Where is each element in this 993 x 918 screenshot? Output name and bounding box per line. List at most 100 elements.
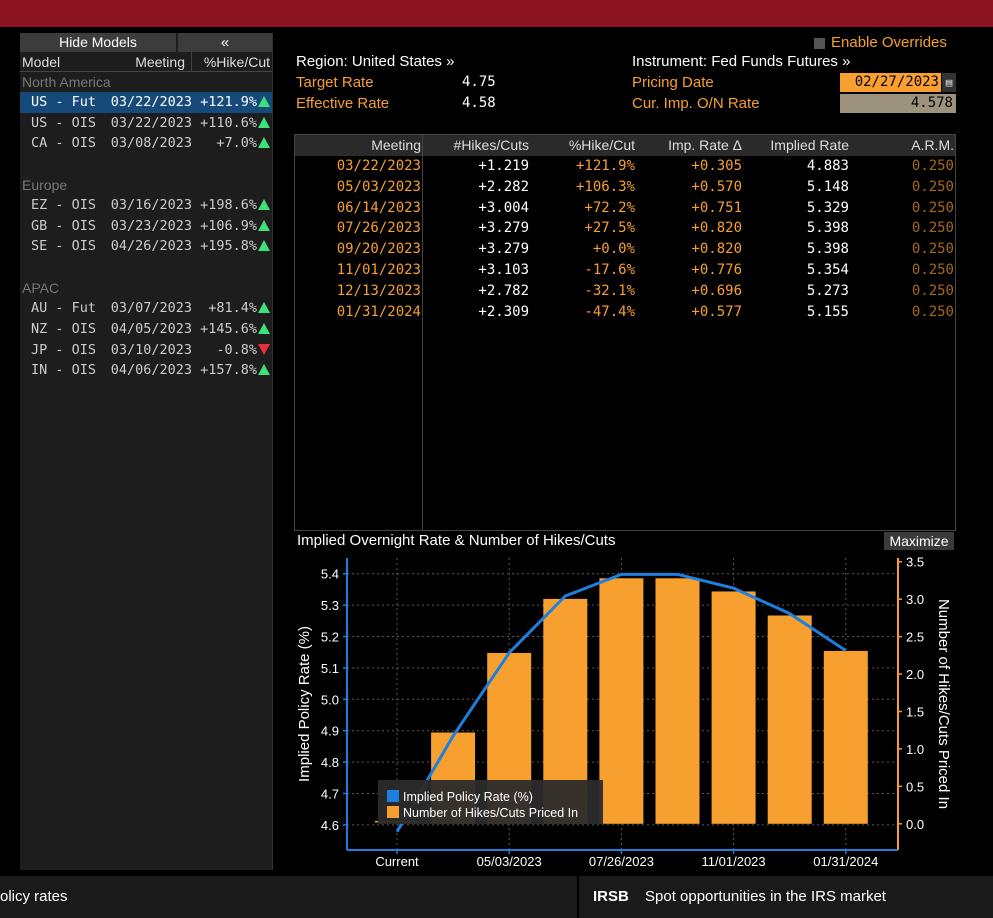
on-rate-label: Cur. Imp. O/N Rate: [632, 95, 760, 112]
model-row[interactable]: NZ - OIS 04/05/2023 +145.6%: [20, 319, 272, 340]
cell-arm: 0.250: [911, 220, 954, 237]
cell-hikes-cuts: +2.282: [478, 178, 529, 195]
cell-imp-rate-delta: +0.820: [691, 241, 742, 258]
instrument-selector[interactable]: Instrument: Fed Funds Futures »: [632, 53, 850, 70]
model-row[interactable]: CA - OIS 03/08/2023 +7.0%: [20, 133, 272, 154]
hide-models-button[interactable]: Hide Models: [20, 33, 178, 52]
models-panel: Hide Models « Model Meeting %Hike/Cut No…: [20, 33, 273, 870]
cell-meeting: 12/13/2023: [295, 280, 423, 302]
cell-pct-hike-cut: +72.2%: [584, 199, 635, 216]
column-implied-rate[interactable]: Implied Rate: [743, 135, 850, 156]
cell-arm: 0.250: [911, 199, 954, 216]
group-header: APAC: [22, 280, 60, 297]
rate-chart: 4.6 4.7 4.8 4.9 5.0 5.1 5.2 5.3 5.4 0.0 0.5 1.0 1.5 2…: [296, 555, 952, 869]
y-right-tick-label: 3.0: [906, 592, 924, 607]
y-tick-label: 5.2: [321, 629, 339, 644]
column-meeting[interactable]: Meeting: [110, 52, 192, 71]
up-arrow-icon: [258, 364, 270, 376]
y-tick-label: 5.4: [321, 567, 339, 582]
footer-function-code[interactable]: IRSB: [593, 888, 629, 905]
maximize-button[interactable]: Maximize: [884, 532, 954, 550]
model-pct-cell: +145.6%: [192, 319, 272, 340]
enable-overrides-label[interactable]: Enable Overrides: [831, 34, 947, 51]
on-rate-field: 4.578: [840, 94, 956, 113]
column-meeting[interactable]: Meeting: [295, 135, 423, 156]
model-name: SE - OIS: [31, 238, 97, 255]
model-pct-cell: +110.6%: [192, 113, 272, 134]
cell-imp-rate-delta: +0.570: [691, 178, 742, 195]
table-row[interactable]: 09/20/2023 +3.279 +0.0% +0.820 5.398 0.250: [295, 239, 955, 260]
model-row[interactable]: AU - Fut 03/07/2023 +81.4%: [20, 298, 272, 319]
y-tick-label: 4.6: [321, 818, 339, 833]
y-right-tick-label: 1.0: [906, 742, 924, 757]
enable-overrides-checkbox[interactable]: [814, 38, 825, 49]
model-pct: +106.9%: [200, 217, 257, 234]
calendar-icon[interactable]: ▤: [942, 73, 956, 92]
table-row[interactable]: 07/26/2023 +3.279 +27.5% +0.820 5.398 0.250: [295, 218, 955, 240]
y-tick-label: 5.0: [321, 692, 339, 707]
model-pct: -0.8%: [216, 341, 257, 358]
column-hikes-cuts[interactable]: #Hikes/Cuts: [423, 135, 530, 156]
table-row[interactable]: 05/03/2023 +2.282 +106.3% +0.570 5.148 0.250: [295, 176, 955, 198]
footer-left-text[interactable]: olicy rates: [0, 888, 68, 905]
cell-pct-hike-cut: +106.3%: [575, 178, 635, 195]
model-row[interactable]: US - Fut 03/22/2023 +121.9%: [20, 92, 272, 113]
up-arrow-icon: [258, 219, 270, 231]
column-pct-hike-cut[interactable]: %Hike/Cut: [192, 52, 272, 71]
up-arrow-icon: [258, 240, 270, 252]
cell-hikes-cuts: +3.004: [478, 199, 529, 216]
cell-imp-rate-delta: +0.577: [691, 303, 742, 320]
cell-meeting: 07/26/2023: [295, 218, 423, 240]
model-row[interactable]: SE - OIS 04/26/2023 +195.8%: [20, 236, 272, 257]
y-right-tick-label: 0.0: [906, 817, 924, 832]
model-row[interactable]: US - OIS 03/22/2023 +110.6%: [20, 113, 272, 134]
model-name: NZ - OIS: [31, 320, 97, 337]
model-pct-cell: -0.8%: [192, 340, 272, 361]
legend-swatch: [387, 790, 399, 802]
footer-divider: [577, 876, 579, 918]
model-row[interactable]: JP - OIS 03/10/2023 -0.8%: [20, 340, 272, 361]
table-header: Meeting #Hikes/Cuts %Hike/Cut Imp. Rate …: [295, 135, 955, 156]
model-row[interactable]: GB - OIS 03/23/2023 +106.9%: [20, 216, 272, 237]
cell-imp-rate-delta: +0.696: [691, 282, 742, 299]
cell-hikes-cuts: +2.782: [478, 282, 529, 299]
cell-pct-hike-cut: -17.6%: [584, 261, 635, 278]
cell-hikes-cuts: +3.103: [478, 261, 529, 278]
down-arrow-icon: [258, 343, 270, 355]
model-pct: +157.8%: [200, 362, 257, 379]
cell-arm: 0.250: [911, 303, 954, 320]
column-arm[interactable]: A.R.M.: [850, 135, 955, 156]
model-meeting: 03/07/2023: [110, 300, 192, 317]
model-name: US - OIS: [31, 114, 97, 131]
model-pct: +145.6%: [200, 320, 257, 337]
bar: [655, 578, 700, 824]
cell-meeting: 09/20/2023: [295, 239, 423, 260]
models-column-header: Model Meeting %Hike/Cut: [20, 52, 272, 72]
pricing-date-input[interactable]: 02/27/2023: [840, 73, 941, 92]
model-pct: +81.4%: [208, 300, 257, 317]
column-model[interactable]: Model: [20, 52, 110, 71]
table-row[interactable]: 01/31/2024 +2.309 -47.4% +0.577 5.155 0.250: [295, 301, 955, 323]
region-selector[interactable]: Region: United States »: [296, 53, 454, 70]
model-name: JP - OIS: [31, 341, 97, 358]
cell-arm: 0.250: [911, 282, 954, 299]
column-pct-hike-cut[interactable]: %Hike/Cut: [530, 135, 636, 156]
model-pct: +195.8%: [200, 238, 257, 255]
up-arrow-icon: [258, 137, 270, 149]
model-row[interactable]: EZ - OIS 03/16/2023 +198.6%: [20, 195, 272, 216]
column-imp-rate-delta[interactable]: Imp. Rate Δ: [636, 135, 743, 156]
collapse-panel-button[interactable]: «: [178, 33, 272, 52]
cell-meeting: 05/03/2023: [295, 176, 423, 198]
table-row[interactable]: 03/22/2023 +1.219 +121.9% +0.305 4.883 0.250: [295, 156, 955, 177]
model-row[interactable]: IN - OIS 04/06/2023 +157.8%: [20, 360, 272, 381]
footer-function-desc[interactable]: Spot opportunities in the IRS market: [645, 888, 886, 905]
column-divider: [422, 156, 423, 531]
y-tick-label: 4.8: [321, 755, 339, 770]
table-row[interactable]: 06/14/2023 +3.004 +72.2% +0.751 5.329 0.250: [295, 197, 955, 219]
model-name: CA - OIS: [31, 135, 97, 152]
table-row[interactable]: 11/01/2023 +3.103 -17.6% +0.776 5.354 0.250: [295, 259, 955, 281]
model-name: US - Fut: [31, 94, 97, 110]
title-bar: [0, 0, 993, 27]
table-row[interactable]: 12/13/2023 +2.782 -32.1% +0.696 5.273 0.250: [295, 280, 955, 302]
model-pct-cell: +121.9%: [192, 92, 272, 113]
